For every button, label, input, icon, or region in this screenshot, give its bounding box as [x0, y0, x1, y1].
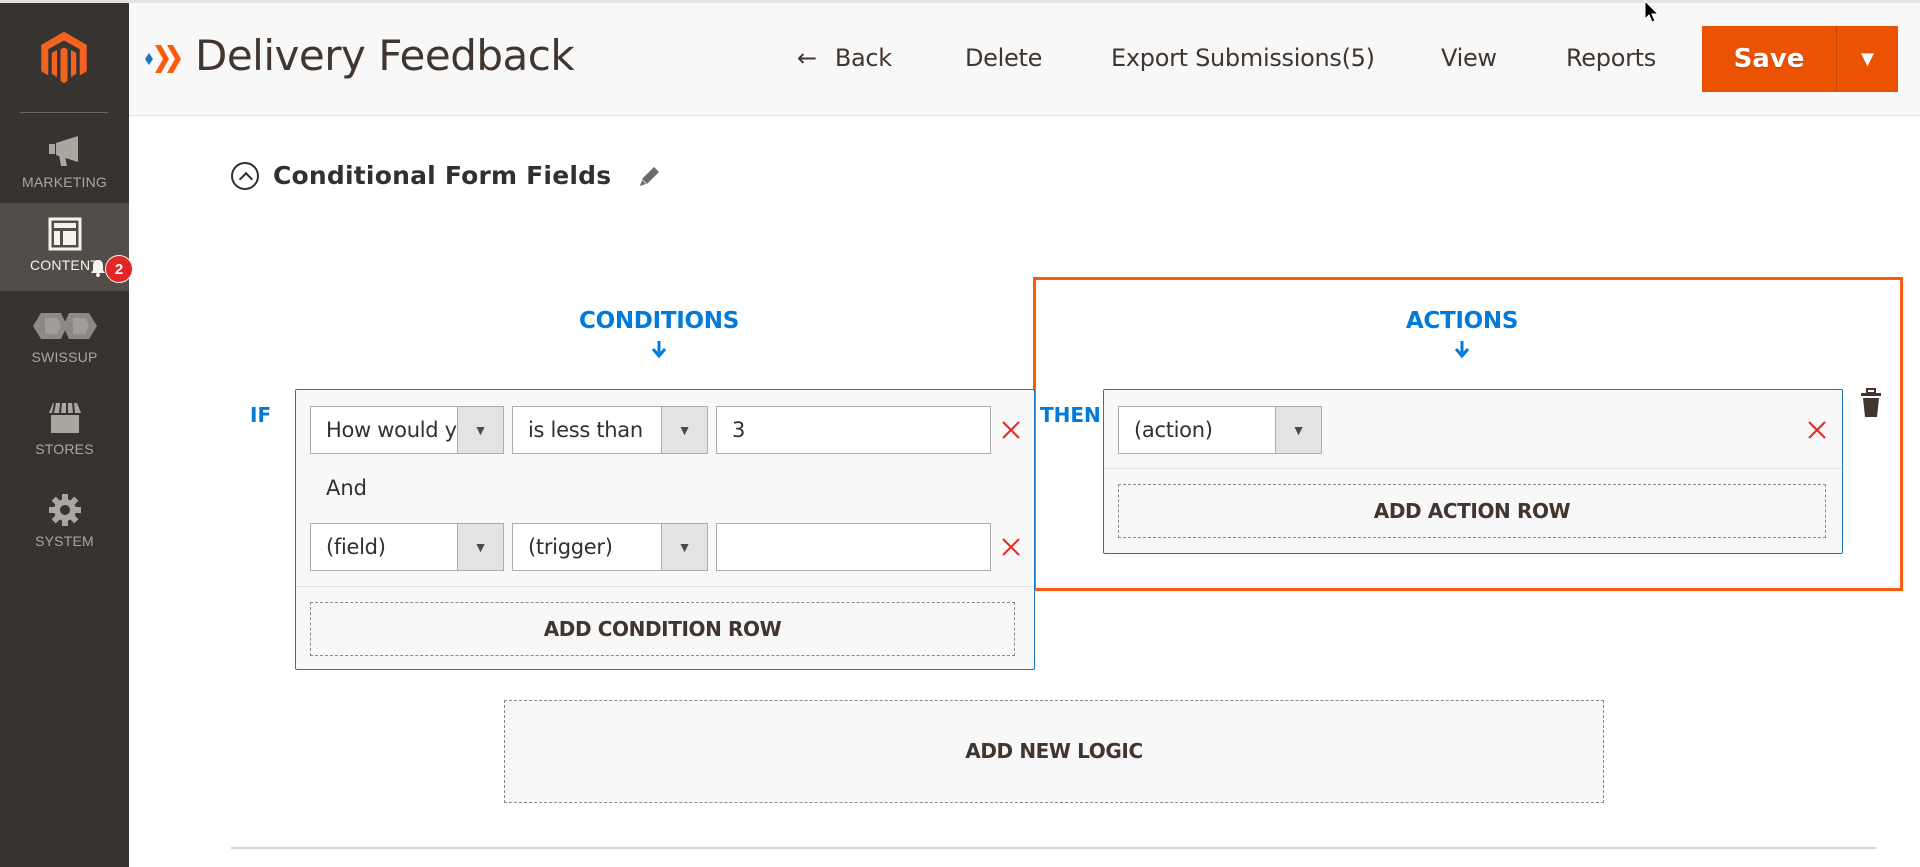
- sidebar-item-label: MARKETING: [21, 174, 108, 190]
- trash-icon[interactable]: [1860, 388, 1882, 418]
- export-submissions-button[interactable]: Export Submissions(5): [1111, 44, 1375, 72]
- pencil-edit-icon[interactable]: [639, 165, 661, 187]
- chevron-down-icon: ▼: [1275, 407, 1321, 453]
- remove-condition-icon[interactable]: [1001, 420, 1021, 440]
- conditions-heading-label: CONDITIONS: [579, 308, 739, 334]
- sidebar-item-label: CONTENT: [29, 257, 100, 273]
- action-select[interactable]: (action) ▼: [1118, 406, 1322, 454]
- magento-logo-icon[interactable]: [36, 30, 92, 86]
- condition-row: How would you ▼ is less than ▼ 3: [310, 406, 1021, 454]
- save-split-button: Save ▼: [1702, 26, 1898, 92]
- notification-count-badge[interactable]: 2: [105, 255, 133, 283]
- store-icon: [48, 402, 81, 433]
- logo-divider: [20, 112, 108, 113]
- page-title: Delivery Feedback: [195, 31, 575, 80]
- condition-value-input[interactable]: [716, 523, 991, 571]
- divider: [1104, 468, 1842, 469]
- condition-field-select[interactable]: (field) ▼: [310, 523, 504, 571]
- sidebar-item-system[interactable]: SYSTEM: [0, 487, 129, 557]
- back-button[interactable]: ← Back: [797, 44, 892, 72]
- condition-row: (field) ▼ (trigger) ▼: [310, 523, 1021, 571]
- add-new-logic-button[interactable]: ADD NEW LOGIC: [504, 700, 1604, 803]
- and-operator-label: And: [326, 476, 368, 500]
- back-label: Back: [834, 44, 892, 72]
- delete-button[interactable]: Delete: [965, 44, 1042, 72]
- admin-sidebar: MARKETING CONTENT 2 SWISSUP STORES SYSTE…: [0, 0, 133, 867]
- collapse-section-icon[interactable]: [231, 161, 259, 190]
- select-value: (action): [1134, 418, 1213, 442]
- select-value: (field): [326, 535, 386, 559]
- actions-panel: (action) ▼ ADD ACTION ROW: [1103, 389, 1843, 554]
- chevron-down-icon: ▼: [661, 524, 707, 570]
- save-options-dropdown-toggle[interactable]: ▼: [1837, 26, 1898, 92]
- section-title: Conditional Form Fields: [273, 161, 612, 190]
- sidebar-item-label: STORES: [35, 441, 94, 457]
- notification-bell-icon[interactable]: [90, 259, 106, 277]
- section-header: Conditional Form Fields: [231, 161, 661, 190]
- add-condition-row-button[interactable]: ADD CONDITION ROW: [310, 602, 1015, 656]
- reports-button[interactable]: Reports: [1566, 44, 1656, 72]
- conditions-panel: How would you ▼ is less than ▼ 3 And (fi…: [295, 389, 1035, 670]
- sidebar-item-label: SWISSUP: [31, 349, 98, 365]
- swissup-icon: [32, 313, 97, 339]
- megaphone-icon: [48, 136, 78, 166]
- chevron-down-icon: ▼: [457, 407, 503, 453]
- if-label: IF: [250, 403, 272, 427]
- sidebar-item-label: SYSTEM: [35, 533, 94, 549]
- divider: [296, 586, 1034, 587]
- arrow-down-icon: [651, 341, 667, 358]
- select-value: How would you: [326, 418, 457, 442]
- sidebar-item-marketing[interactable]: MARKETING: [0, 128, 129, 198]
- condition-field-select[interactable]: How would you ▼: [310, 406, 504, 454]
- window-top-edge: [0, 0, 1920, 3]
- chevron-down-icon: ▼: [661, 407, 707, 453]
- view-button[interactable]: View: [1441, 44, 1497, 72]
- select-value: (trigger): [528, 535, 613, 559]
- add-action-row-button[interactable]: ADD ACTION ROW: [1118, 484, 1826, 538]
- save-button[interactable]: Save: [1702, 26, 1837, 92]
- remove-action-icon[interactable]: [1807, 420, 1827, 440]
- condition-trigger-select[interactable]: is less than ▼: [512, 406, 708, 454]
- back-arrow-icon: ←: [797, 44, 817, 72]
- layout-icon: [48, 217, 81, 251]
- condition-trigger-select[interactable]: (trigger) ▼: [512, 523, 708, 571]
- sidebar-item-stores[interactable]: STORES: [0, 395, 129, 465]
- sidebar-item-swissup[interactable]: SWISSUP: [0, 305, 129, 375]
- chevron-down-icon: ▼: [457, 524, 503, 570]
- remove-condition-icon[interactable]: [1001, 537, 1021, 557]
- chevron-down-icon: ▼: [1856, 46, 1879, 71]
- mouse-cursor-icon: [1644, 0, 1660, 23]
- select-value: is less than: [528, 418, 643, 442]
- swissup-forms-logo-icon: [145, 45, 181, 73]
- conditions-heading: CONDITIONS: [559, 308, 759, 358]
- gear-icon: [48, 494, 81, 526]
- section-divider: [231, 847, 1876, 849]
- condition-value-input[interactable]: 3: [716, 406, 991, 454]
- action-row: (action) ▼: [1118, 406, 1330, 454]
